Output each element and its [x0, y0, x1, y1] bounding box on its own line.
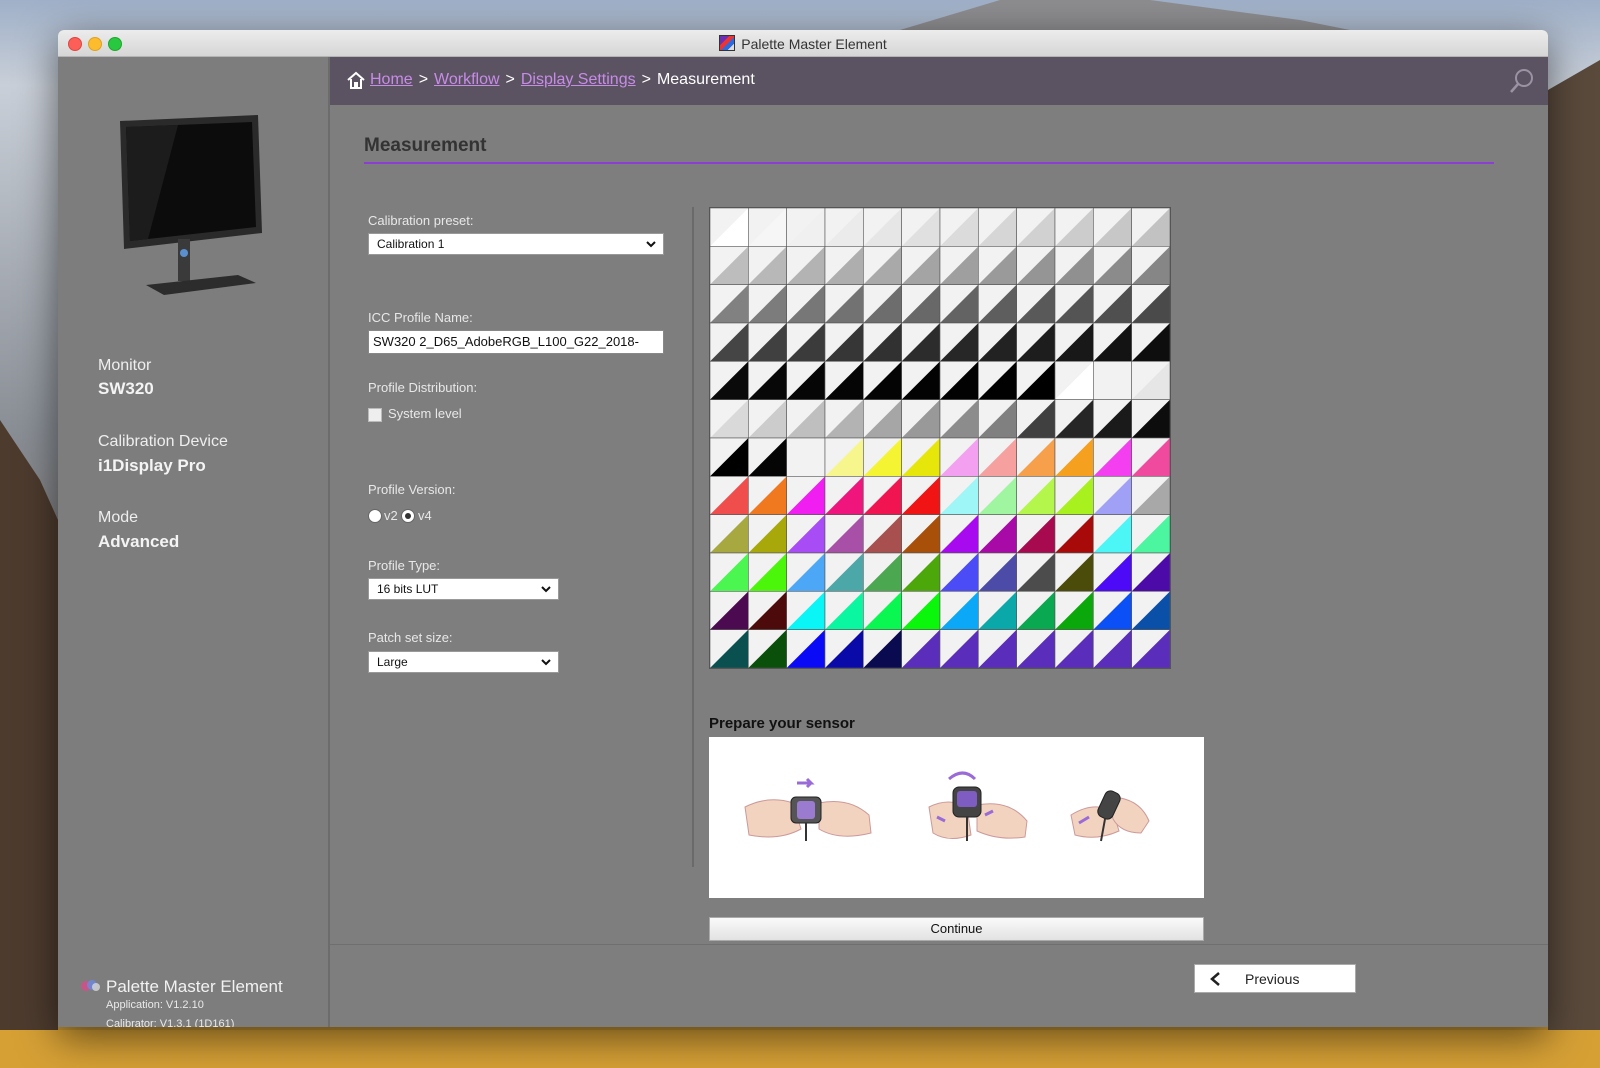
breadcrumb: Home > Workflow > Display Settings > Measureme… — [370, 71, 755, 89]
v2-label: v2 — [384, 508, 398, 523]
patch-set-select[interactable]: Large — [368, 651, 559, 673]
calibration-preset-label: Calibration preset: — [368, 213, 474, 228]
breadcrumb-current: Measurement — [656, 71, 755, 88]
chevron-down-icon — [646, 241, 656, 248]
calibration-preset-value: Calibration 1 — [377, 237, 445, 251]
sensor-steps-image — [744, 771, 1150, 842]
profile-type-select[interactable]: 16 bits LUT — [368, 578, 559, 600]
calibration-preset-select[interactable]: Calibration 1 — [368, 233, 664, 255]
mode-label: Mode — [98, 509, 139, 526]
app-window: Palette Master Element Monitor SW320 Cal… — [58, 30, 1548, 1027]
device-value: i1Display Pro — [98, 456, 206, 475]
patch-set-value: Large — [377, 655, 408, 669]
sidebar: Monitor SW320 Calibration Device i1Displ… — [58, 57, 330, 1027]
profile-version-label: Profile Version: — [368, 482, 456, 497]
vertical-divider — [692, 207, 694, 867]
sensor-step-1 — [744, 777, 872, 841]
v2-radio[interactable] — [368, 509, 382, 523]
icc-profile-name-field[interactable]: SW320 2_D65_AdobeRGB_L100_G22_2018- — [368, 330, 664, 354]
v4-label: v4 — [418, 508, 432, 523]
system-level-label: System level — [388, 406, 462, 421]
previous-button[interactable]: Previous — [1194, 964, 1356, 993]
breadcrumb-home[interactable]: Home — [370, 71, 413, 88]
bottom-bar: Previous — [330, 944, 1548, 1027]
chevron-down-icon — [541, 659, 551, 666]
system-level-checkbox[interactable] — [368, 408, 382, 422]
breadcrumb-workflow[interactable]: Workflow — [434, 71, 500, 88]
sensor-step-2 — [928, 771, 1028, 841]
profile-distribution-label: Profile Distribution: — [368, 380, 478, 395]
window-title: Palette Master Element — [58, 35, 1548, 52]
calibrator-version: Calibrator: V1.3.1 (1D161) — [106, 1018, 235, 1027]
chevron-down-icon — [541, 586, 551, 593]
device-label: Calibration Device — [98, 433, 228, 450]
breadcrumb-separator: > — [418, 71, 429, 88]
title-underline — [364, 162, 1494, 164]
sensor-step-3 — [1070, 790, 1150, 842]
v4-radio[interactable] — [401, 509, 415, 523]
previous-label: Previous — [1245, 971, 1300, 987]
monitor-icon — [120, 115, 262, 295]
app-logo-icon — [81, 980, 100, 991]
mode-value: Advanced — [98, 532, 180, 551]
app-name: Palette Master Element — [106, 977, 283, 996]
window-title-text: Palette Master Element — [741, 36, 887, 52]
breadcrumb-separator: > — [641, 71, 651, 88]
monitor-label: Monitor — [98, 357, 152, 374]
sensor-illustration — [709, 737, 1204, 898]
profile-type-label: Profile Type: — [368, 558, 441, 573]
breadcrumb-bar: Home > Workflow > Display Settings > Measureme… — [330, 57, 1548, 105]
monitor-value: SW320 — [98, 379, 154, 398]
title-bar: Palette Master Element — [58, 30, 1548, 57]
patch-set-label: Patch set size: — [368, 630, 453, 645]
page-title: Measurement — [364, 135, 487, 156]
profile-type-value: 16 bits LUT — [377, 582, 439, 596]
icc-profile-label: ICC Profile Name: — [368, 310, 473, 325]
breadcrumb-separator: > — [505, 71, 515, 88]
main-panel: Home > Workflow > Display Settings > Measureme… — [330, 57, 1548, 1027]
app-version: Application: V1.2.10 — [106, 999, 204, 1011]
home-icon[interactable] — [346, 71, 366, 89]
color-patch-grid — [709, 207, 1171, 669]
app-icon — [719, 35, 736, 51]
arrow-left-icon — [1210, 972, 1220, 986]
breadcrumb-display-settings[interactable]: Display Settings — [521, 71, 636, 88]
continue-button[interactable]: Continue — [709, 917, 1204, 941]
search-icon[interactable] — [1508, 67, 1536, 95]
prepare-sensor-title: Prepare your sensor — [709, 715, 855, 732]
